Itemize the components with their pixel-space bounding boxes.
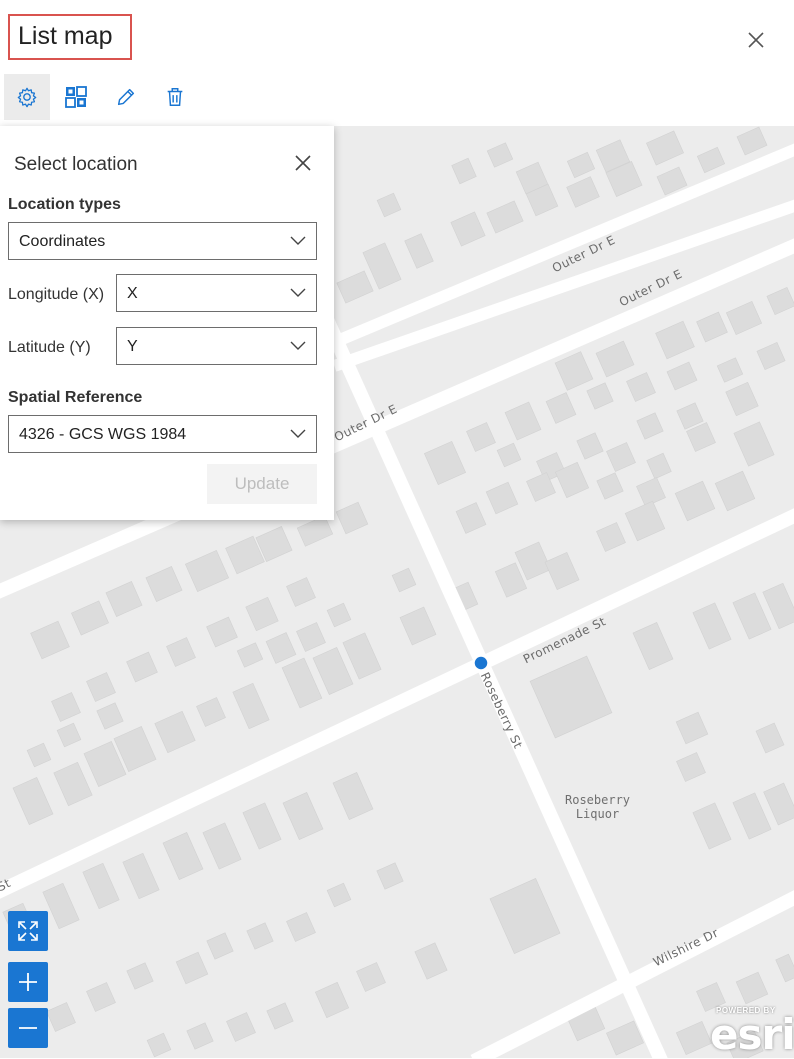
location-types-label: Location types [8,196,121,213]
chevron-down-icon [290,236,306,245]
trash-icon [167,88,183,106]
longitude-select[interactable]: X [116,274,317,312]
chevron-down-icon [290,341,306,350]
zoom-out-button[interactable] [8,1008,48,1048]
zoom-in-button[interactable] [8,962,48,1002]
gear-icon [17,87,37,108]
chevron-down-icon [290,288,306,297]
chevron-down-icon [290,429,306,438]
latitude-value: Y [127,338,138,355]
select-location-panel: Select location Location types Coordinat… [0,126,334,520]
edit-button[interactable] [103,74,149,120]
longitude-label: Longitude (X) [8,286,105,303]
spatial-reference-value: 4326 - GCS WGS 1984 [19,426,187,443]
esri-logo: esri [710,1010,794,1059]
update-button[interactable]: Update [207,464,317,504]
minus-icon [19,1027,37,1029]
delete-button[interactable] [152,74,198,120]
spatial-reference-select[interactable]: 4326 - GCS WGS 1984 [8,415,317,453]
layout-button[interactable] [53,74,99,120]
toolbar [0,72,794,126]
grid-icon [65,86,87,108]
panel-title: Select location [14,154,138,175]
close-icon[interactable] [744,28,768,52]
expand-icon [18,921,38,941]
location-types-value: Coordinates [19,233,106,250]
header: List map [0,0,794,80]
latitude-label: Latitude (Y) [8,339,91,356]
location-marker [473,655,489,671]
spatial-reference-label: Spatial Reference [8,389,143,406]
page-title: List map [18,22,113,50]
latitude-select[interactable]: Y [116,327,317,365]
poi-label: Roseberry Liquor [565,793,631,821]
fullscreen-button[interactable] [8,911,48,951]
plus-icon [19,973,37,991]
longitude-value: X [127,285,138,302]
pencil-icon [117,88,135,106]
settings-button[interactable] [4,74,50,120]
location-types-select[interactable]: Coordinates [8,222,317,260]
panel-close-icon[interactable] [292,152,314,174]
esri-attribution[interactable]: POWERED BY esri [708,1004,794,1059]
